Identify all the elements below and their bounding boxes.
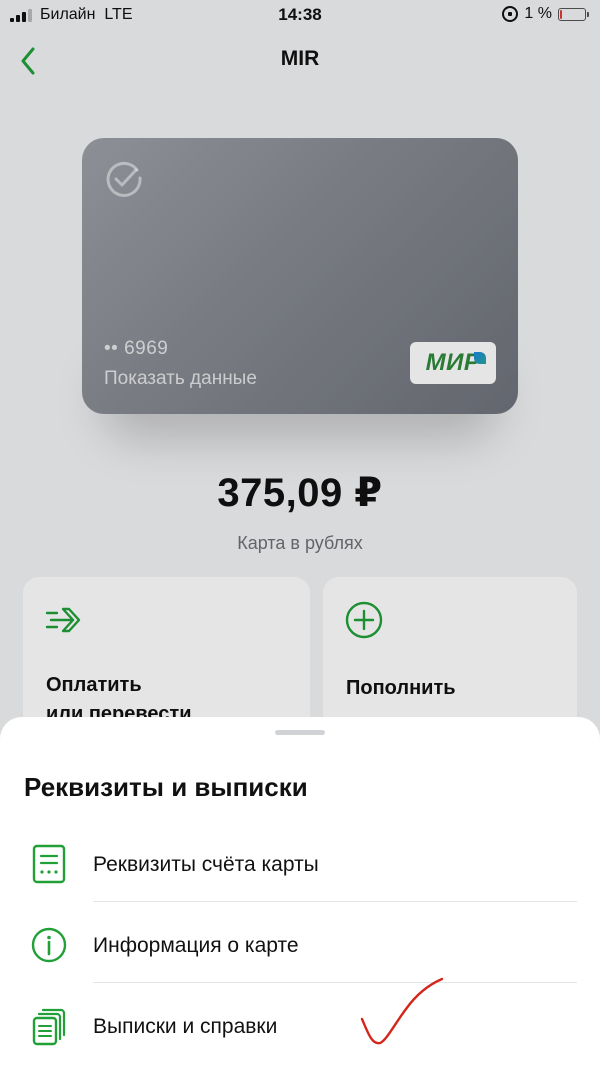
hand-drawn-checkmark-icon xyxy=(360,977,444,1045)
sheet-grabber[interactable] xyxy=(275,730,325,735)
document-icon xyxy=(32,844,66,884)
documents-stack-icon xyxy=(32,1008,66,1046)
sheet-title: Реквизиты и выписки xyxy=(24,772,308,802)
menu-item-label: Выписки и справки xyxy=(93,1015,278,1038)
menu-item-account-details[interactable]: Реквизиты счёта карты xyxy=(0,822,600,902)
divider xyxy=(93,901,577,902)
bottom-sheet: Реквизиты и выписки Реквизиты счёта карт… xyxy=(0,717,600,1066)
menu-item-label: Реквизиты счёта карты xyxy=(93,853,319,876)
screen: Билайн LTE 14:38 1 % MIR •• 6969 Показат… xyxy=(0,0,600,1066)
menu-item-card-info[interactable]: Информация о карте xyxy=(0,903,600,983)
info-icon xyxy=(31,927,67,963)
menu-item-label: Информация о карте xyxy=(93,934,299,957)
menu-item-statements[interactable]: Выписки и справки xyxy=(0,984,600,1064)
divider xyxy=(93,982,577,983)
